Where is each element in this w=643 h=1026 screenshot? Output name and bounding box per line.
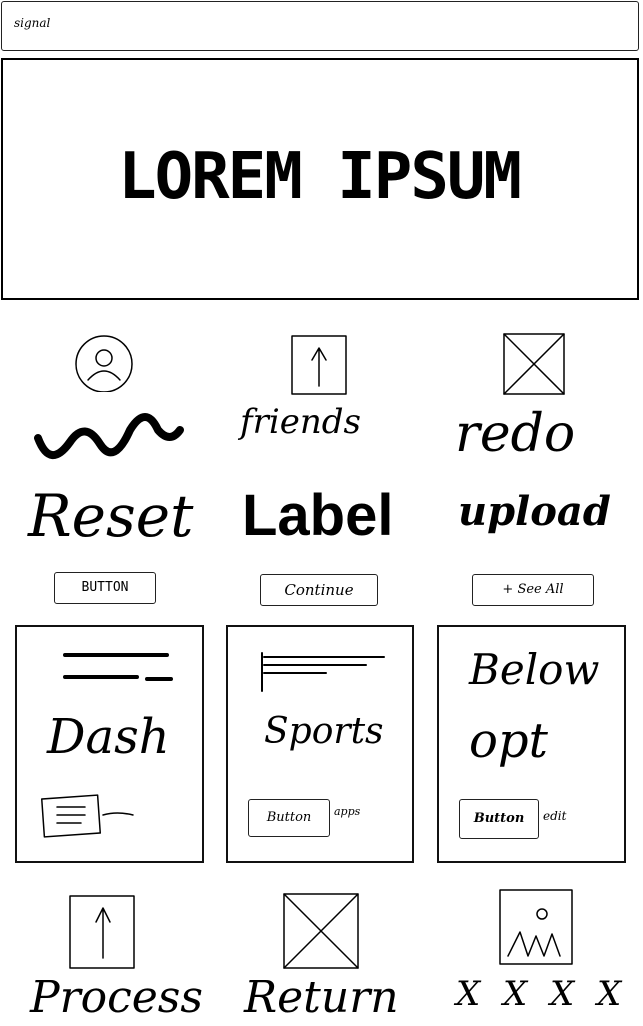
xxxx-label: X X X X — [456, 974, 628, 1014]
card-dash[interactable]: Dash — [15, 625, 204, 863]
card-title-line2: opt — [469, 713, 548, 769]
button-button[interactable]: BUTTON — [54, 572, 156, 604]
card-button[interactable]: Button — [248, 799, 330, 837]
card-button[interactable]: Button — [459, 799, 539, 839]
see-all-button[interactable]: + See All — [472, 574, 594, 606]
image-placeholder-icon — [503, 333, 565, 395]
redo-label: redo — [455, 404, 576, 464]
card-below-opt[interactable]: Below opt Button edit — [437, 625, 626, 863]
image-placeholder-icon — [283, 893, 359, 969]
continue-button[interactable]: Continue — [260, 574, 378, 606]
card-button-caption: apps — [334, 805, 361, 818]
upload-arrow-icon[interactable] — [66, 894, 140, 974]
reset-label: Reset — [28, 482, 194, 550]
label-heading: Label — [242, 483, 394, 548]
text-lines-icon — [63, 653, 173, 681]
friends-label: friends — [240, 402, 361, 442]
upload-label: upload — [458, 488, 611, 535]
return-label: Return — [244, 972, 399, 1023]
card-button-caption: edit — [543, 809, 567, 823]
card-sports[interactable]: Sports Button apps — [226, 625, 414, 863]
process-label: Process — [30, 972, 203, 1023]
user-avatar-icon — [75, 335, 133, 392]
text-lines-icon — [261, 652, 385, 692]
top-bar — [1, 1, 639, 51]
top-bar-label: signal — [14, 16, 51, 30]
card-title-line1: Below — [469, 645, 600, 694]
upload-arrow-icon[interactable] — [288, 334, 350, 398]
card-title: Sports — [264, 711, 384, 752]
hero-title: LOREM IPSUM — [118, 140, 522, 214]
document-icon — [40, 794, 134, 838]
picture-icon — [499, 889, 573, 965]
card-title: Dash — [47, 709, 170, 765]
scribble-label — [34, 413, 184, 459]
